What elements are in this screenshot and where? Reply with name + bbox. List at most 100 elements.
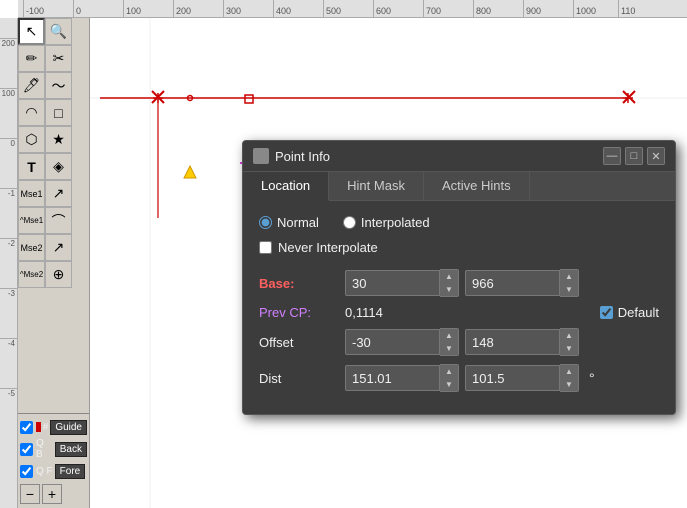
pencil-tool[interactable]: ✏ bbox=[18, 45, 45, 72]
minimize-button[interactable]: — bbox=[603, 147, 621, 165]
ruler-mark: 300 bbox=[223, 0, 241, 17]
offset-spin-up-2[interactable]: ▲ bbox=[560, 329, 578, 342]
normal-radio-item[interactable]: Normal bbox=[259, 215, 319, 230]
ruler-mark: 200 bbox=[173, 0, 191, 17]
dialog-body: Normal Interpolated Never Interpolate Ba… bbox=[243, 201, 675, 414]
pointer-tool[interactable]: ↖ bbox=[18, 18, 45, 45]
dialog-tabs: Location Hint Mask Active Hints bbox=[243, 172, 675, 201]
curve-tool[interactable]: ◠ bbox=[18, 99, 45, 126]
layer-fore-visible[interactable] bbox=[20, 465, 33, 478]
ruler-mark: 100 bbox=[123, 0, 141, 17]
layer-back: Q B Back bbox=[18, 438, 89, 460]
mse2-up-tool[interactable]: ^Mse2 bbox=[18, 261, 45, 288]
dist-spin-up-1[interactable]: ▲ bbox=[440, 365, 458, 378]
layer-fore: Q F Fore bbox=[18, 460, 89, 482]
dist-row: Dist ▲ ▼ ▲ ▼ ° bbox=[259, 364, 659, 392]
base-input-x[interactable] bbox=[345, 270, 440, 296]
remove-layer-btn[interactable]: − bbox=[20, 484, 40, 504]
polygon-tool[interactable]: ⬡ bbox=[18, 126, 45, 153]
point-info-dialog: Point Info — □ ✕ Location Hint Mask Acti… bbox=[242, 140, 676, 415]
ruler-mark: 110 bbox=[618, 0, 635, 17]
dist-spin-down-1[interactable]: ▼ bbox=[440, 378, 458, 391]
interpolated-radio-item[interactable]: Interpolated bbox=[343, 215, 430, 230]
never-interpolate-row: Never Interpolate bbox=[259, 240, 659, 255]
base-spin-down-1[interactable]: ▼ bbox=[440, 283, 458, 296]
interpolated-radio[interactable] bbox=[343, 216, 356, 229]
default-checkbox-group: Default bbox=[600, 305, 659, 320]
degree-symbol: ° bbox=[589, 370, 595, 386]
pen-tool[interactable]: 🖊 bbox=[18, 72, 45, 99]
dialog-controls: — □ ✕ bbox=[603, 147, 665, 165]
cut-tool[interactable]: ✂ bbox=[45, 45, 72, 72]
mse1-arrow-tool[interactable]: ↗ bbox=[45, 180, 72, 207]
zoom-tool[interactable]: 🔍 bbox=[45, 18, 72, 45]
offset-input-group1: ▲ ▼ bbox=[345, 328, 459, 356]
interpolated-radio-label: Interpolated bbox=[361, 215, 430, 230]
ruler-mark: 0 bbox=[73, 0, 81, 17]
add-layer-btn[interactable]: + bbox=[42, 484, 62, 504]
text-tool[interactable]: T bbox=[18, 153, 45, 180]
layer-guide-visible[interactable] bbox=[20, 421, 33, 434]
offset-row: Offset ▲ ▼ ▲ ▼ bbox=[259, 328, 659, 356]
offset-input-group2: ▲ ▼ bbox=[465, 328, 579, 356]
offset-spin-btns-1: ▲ ▼ bbox=[440, 328, 459, 356]
mse2-arrow-tool[interactable]: ↗ bbox=[45, 234, 72, 261]
close-button[interactable]: ✕ bbox=[647, 147, 665, 165]
layer-back-visible[interactable] bbox=[20, 443, 33, 456]
dialog-titlebar[interactable]: Point Info — □ ✕ bbox=[243, 141, 675, 172]
layer-fore-btn[interactable]: Fore bbox=[55, 464, 86, 479]
normal-radio-label: Normal bbox=[277, 215, 319, 230]
spiral-tool[interactable]: 〜 bbox=[45, 72, 72, 99]
base-input-group1: ▲ ▼ bbox=[345, 269, 459, 297]
dist-input-x[interactable] bbox=[345, 365, 440, 391]
base-spin-down-2[interactable]: ▼ bbox=[560, 283, 578, 296]
mse1-up-tool[interactable]: ^Mse1 bbox=[18, 207, 45, 234]
offset-spin-btns-2: ▲ ▼ bbox=[560, 328, 579, 356]
mse2-tool[interactable]: Mse2 bbox=[18, 234, 45, 261]
ruler-mark: 400 bbox=[273, 0, 291, 17]
offset-input-y[interactable] bbox=[465, 329, 560, 355]
offset-spin-down-1[interactable]: ▼ bbox=[440, 342, 458, 355]
tab-hint-mask[interactable]: Hint Mask bbox=[329, 172, 424, 200]
tab-location[interactable]: Location bbox=[243, 172, 329, 201]
base-label: Base: bbox=[259, 276, 339, 291]
base-input-y[interactable] bbox=[465, 270, 560, 296]
layer-back-btn[interactable]: Back bbox=[55, 442, 87, 457]
base-spin-btns-2: ▲ ▼ bbox=[560, 269, 579, 297]
prev-cp-row: Prev CP: 0,1114 Default bbox=[259, 305, 659, 320]
base-spin-up-1[interactable]: ▲ bbox=[440, 270, 458, 283]
mse1-curve-tool[interactable]: ⌒ bbox=[45, 207, 72, 234]
layer-guide: # Guide bbox=[18, 416, 89, 438]
layer-guide-btn[interactable]: Guide bbox=[50, 420, 87, 435]
mse2-zoom-tool[interactable]: ⊕ bbox=[45, 261, 72, 288]
offset-label: Offset bbox=[259, 335, 339, 350]
base-spin-up-2[interactable]: ▲ bbox=[560, 270, 578, 283]
shapes-tool[interactable]: ◈ bbox=[45, 153, 72, 180]
mse1-tool[interactable]: Mse1 bbox=[18, 180, 45, 207]
offset-input-x[interactable] bbox=[345, 329, 440, 355]
dist-spin-btns-2: ▲ ▼ bbox=[560, 364, 579, 392]
normal-radio[interactable] bbox=[259, 216, 272, 229]
dist-input-group1: ▲ ▼ bbox=[345, 364, 459, 392]
ruler-mark: 1000 bbox=[573, 0, 596, 17]
ruler-mark: 500 bbox=[323, 0, 341, 17]
dist-spin-down-2[interactable]: ▼ bbox=[560, 378, 578, 391]
offset-spin-down-2[interactable]: ▼ bbox=[560, 342, 578, 355]
tab-active-hints[interactable]: Active Hints bbox=[424, 172, 530, 200]
prev-cp-label: Prev CP: bbox=[259, 305, 339, 320]
toolbar-left: ↖ 🔍 ✏ ✂ 🖊 〜 ◠ □ ⬡ ★ T ◈ Mse1 ↗ ^Mse1 ⌒ bbox=[18, 18, 90, 508]
dist-input-y[interactable] bbox=[465, 365, 560, 391]
dialog-title-area: Point Info bbox=[253, 148, 330, 164]
rectangle-tool[interactable]: □ bbox=[45, 99, 72, 126]
dist-spin-up-2[interactable]: ▲ bbox=[560, 365, 578, 378]
point-type-radio-group: Normal Interpolated bbox=[259, 215, 659, 230]
restore-button[interactable]: □ bbox=[625, 147, 643, 165]
star-tool[interactable]: ★ bbox=[45, 126, 72, 153]
default-checkbox[interactable] bbox=[600, 306, 613, 319]
ruler-mark: 700 bbox=[423, 0, 441, 17]
base-input-group2: ▲ ▼ bbox=[465, 269, 579, 297]
dist-input-group2: ▲ ▼ bbox=[465, 364, 579, 392]
never-interpolate-checkbox[interactable] bbox=[259, 241, 272, 254]
offset-spin-up-1[interactable]: ▲ bbox=[440, 329, 458, 342]
ruler-left: 200 100 0 -1 -2 -3 -4 -5 bbox=[0, 18, 18, 508]
